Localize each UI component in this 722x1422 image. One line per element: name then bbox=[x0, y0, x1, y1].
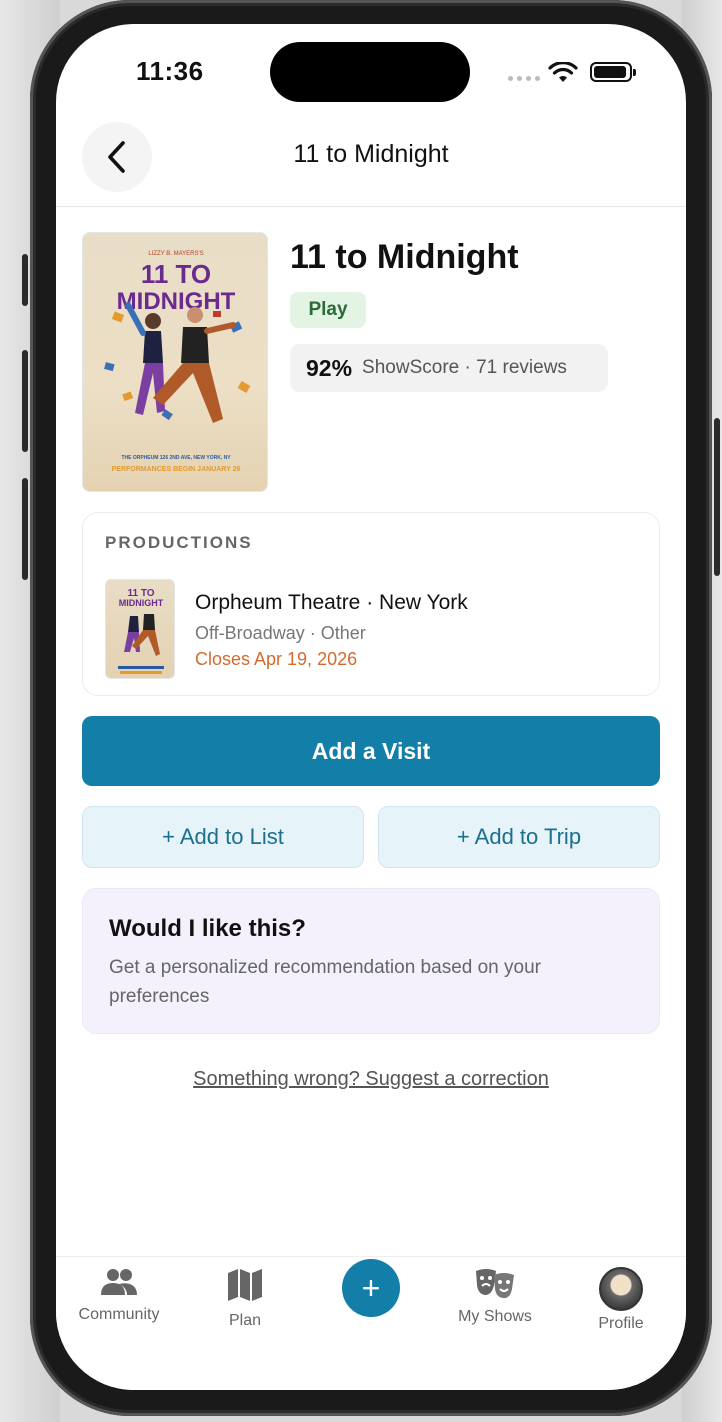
navigation-bar: 11 to Midnight bbox=[56, 114, 686, 207]
production-thumbnail[interactable]: 11 TO MIDNIGHT bbox=[105, 579, 175, 679]
show-title: 11 to Midnight bbox=[290, 238, 519, 276]
dynamic-island bbox=[270, 42, 470, 102]
suggest-correction-link[interactable]: Something wrong? Suggest a correction bbox=[56, 1068, 686, 1091]
plus-icon: + bbox=[361, 1269, 381, 1306]
add-to-list-button[interactable]: + Add to List bbox=[82, 806, 364, 868]
status-time: 11:36 bbox=[136, 56, 204, 86]
tab-my-shows[interactable]: My Shows bbox=[440, 1267, 550, 1326]
productions-card: PRODUCTIONS 11 TO MIDNIGHT Orpheum Theat… bbox=[82, 512, 660, 696]
production-type: Off-Broadway · Other bbox=[195, 623, 366, 643]
svg-text:PERFORMANCES BEGIN JANUARY 26: PERFORMANCES BEGIN JANUARY 26 bbox=[112, 466, 241, 473]
tab-community-label: Community bbox=[78, 1306, 160, 1323]
thumbnail-art: 11 TO MIDNIGHT bbox=[118, 588, 164, 674]
app-screen: 11:36 11 to Midnight LIZZY B. MAYERS'S 1… bbox=[56, 24, 686, 1390]
add-visit-button[interactable]: Add a Visit bbox=[82, 716, 660, 786]
nav-title: 11 to Midnight bbox=[293, 140, 449, 168]
recommendation-title: Would I like this? bbox=[109, 915, 306, 942]
tab-plan[interactable]: Plan bbox=[190, 1267, 300, 1330]
svg-text:LIZZY B. MAYERS'S: LIZZY B. MAYERS'S bbox=[148, 251, 203, 257]
theater-masks-icon bbox=[476, 1269, 514, 1299]
production-venue[interactable]: Orpheum Theatre · New York bbox=[195, 591, 468, 615]
svg-text:THE ORPHEUM 126 2ND AVE, NEW Y: THE ORPHEUM 126 2ND AVE, NEW YORK, NY bbox=[121, 455, 231, 461]
tab-bar: Community Plan + My Shows Profile bbox=[56, 1256, 686, 1390]
tab-plan-label: Plan bbox=[228, 1312, 262, 1329]
tab-profile-label: Profile bbox=[598, 1315, 644, 1332]
people-icon bbox=[101, 1269, 137, 1295]
tab-my-shows-label: My Shows bbox=[458, 1308, 532, 1325]
map-icon bbox=[228, 1269, 262, 1301]
add-to-trip-button[interactable]: + Add to Trip bbox=[378, 806, 660, 868]
genre-tag: Play bbox=[290, 292, 366, 328]
plus-button[interactable]: + bbox=[342, 1259, 400, 1317]
recommendation-description: Get a personalized recommendation based … bbox=[109, 957, 541, 1007]
productions-heading: PRODUCTIONS bbox=[105, 533, 253, 552]
svg-text:MIDNIGHT: MIDNIGHT bbox=[119, 598, 164, 608]
power-button bbox=[714, 418, 720, 576]
mute-switch bbox=[22, 254, 28, 306]
avatar bbox=[599, 1267, 643, 1311]
score-text: ShowScore · 71 reviews bbox=[362, 357, 567, 378]
show-poster[interactable]: LIZZY B. MAYERS'S 11 TO MIDNIGHT THE ORP… bbox=[82, 232, 268, 492]
tab-community[interactable]: Community bbox=[64, 1267, 174, 1324]
recommendation-card[interactable]: Would I like this? Get a personalized re… bbox=[82, 888, 660, 1034]
svg-text:11 TO: 11 TO bbox=[141, 259, 211, 289]
cellular-signal-icon bbox=[508, 76, 540, 81]
production-closing-date: Closes Apr 19, 2026 bbox=[195, 649, 358, 669]
wifi-icon bbox=[548, 62, 578, 82]
poster-art: LIZZY B. MAYERS'S 11 TO MIDNIGHT THE ORP… bbox=[104, 251, 251, 473]
battery-icon bbox=[590, 62, 636, 82]
showscore-badge[interactable]: 92% ShowScore · 71 reviews bbox=[290, 344, 608, 392]
volume-up-button bbox=[22, 350, 28, 452]
volume-down-button bbox=[22, 478, 28, 580]
tab-profile[interactable]: Profile bbox=[566, 1267, 676, 1333]
score-percent: 92% bbox=[306, 354, 353, 381]
